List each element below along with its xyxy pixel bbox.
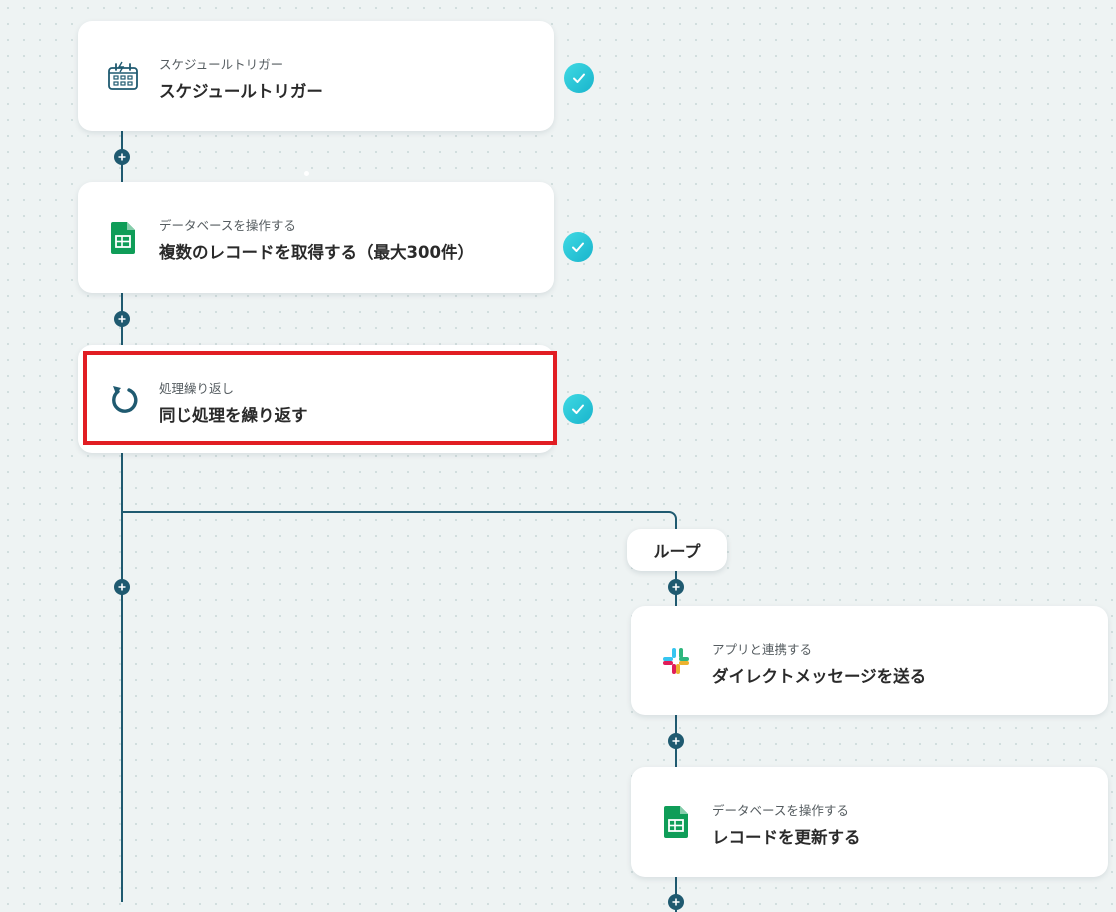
completed-check-icon: [564, 63, 594, 93]
google-sheets-icon: [106, 221, 140, 255]
step-title: 複数のレコードを取得する（最大300件）: [159, 243, 474, 262]
step-subtitle: スケジュールトリガー: [159, 57, 284, 72]
completed-check-icon: [563, 232, 593, 262]
schedule-calendar-icon: [106, 59, 140, 93]
step-card-schedule-trigger[interactable]: スケジュールトリガー スケジュールトリガー: [78, 21, 554, 131]
slack-icon: [659, 644, 693, 678]
step-subtitle: データベースを操作する: [712, 803, 849, 818]
step-title: レコードを更新する: [712, 828, 861, 847]
step-title: ダイレクトメッセージを送る: [712, 667, 927, 686]
completed-check-icon: [563, 394, 593, 424]
connector-main-3: [121, 453, 123, 902]
add-step-button[interactable]: [668, 579, 684, 595]
loop-label: ループ: [627, 529, 727, 571]
highlight-box: [83, 351, 557, 445]
add-step-button[interactable]: [668, 733, 684, 749]
step-subtitle: アプリと連携する: [712, 642, 813, 657]
step-subtitle: データベースを操作する: [159, 218, 296, 233]
canvas-dot: [304, 171, 309, 176]
connector-branch-corner: [669, 511, 677, 519]
add-step-button[interactable]: [114, 149, 130, 165]
add-step-button[interactable]: [114, 579, 130, 595]
add-step-button[interactable]: [114, 311, 130, 327]
step-card-send-dm[interactable]: アプリと連携する ダイレクトメッセージを送る: [631, 606, 1108, 715]
step-card-update-record[interactable]: データベースを操作する レコードを更新する: [631, 767, 1108, 877]
step-title: スケジュールトリガー: [159, 82, 323, 101]
connector-branch-down: [675, 519, 677, 529]
add-step-button[interactable]: [668, 894, 684, 910]
google-sheets-icon: [659, 805, 693, 839]
step-card-get-records[interactable]: データベースを操作する 複数のレコードを取得する（最大300件）: [78, 182, 554, 293]
connector-branch: [121, 511, 669, 513]
